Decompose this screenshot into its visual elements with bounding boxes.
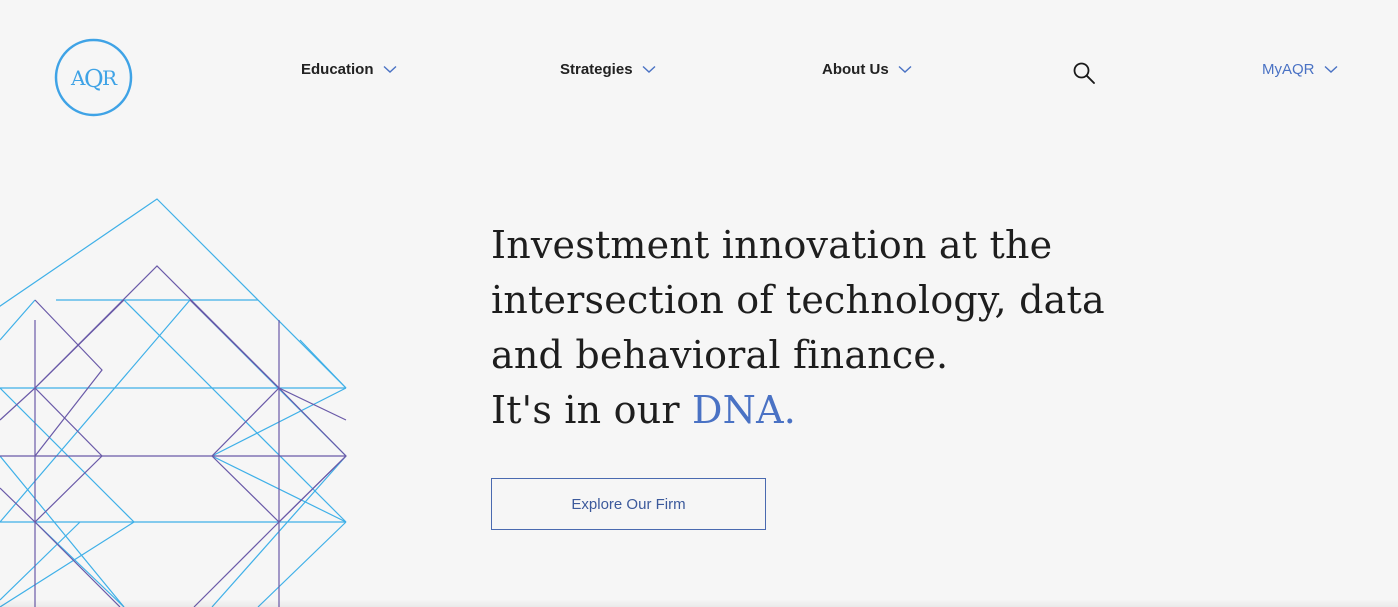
bottom-edge-shadow <box>0 599 1398 607</box>
explore-our-firm-label: Explore Our Firm <box>571 495 686 513</box>
page: A Q R Education Strategies About Us MyAQ… <box>0 0 1398 607</box>
myaqr-menu[interactable]: MyAQR <box>1262 58 1338 80</box>
chevron-down-icon <box>383 65 396 73</box>
chevron-down-icon <box>1324 65 1337 73</box>
nav-education-label: Education <box>301 60 374 78</box>
nav-education[interactable]: Education <box>301 58 397 80</box>
hero-line-4: It's in our DNA. <box>491 383 1111 438</box>
nav-about-us[interactable]: About Us <box>822 58 912 80</box>
aqr-logo[interactable]: A Q R <box>54 38 133 117</box>
chevron-down-icon <box>898 65 912 73</box>
logo-letter-q: Q <box>84 65 104 93</box>
nav-strategies-label: Strategies <box>560 60 633 78</box>
decorative-geometric-art <box>0 198 347 607</box>
nav-strategies[interactable]: Strategies <box>560 58 656 80</box>
nav-about-us-label: About Us <box>822 60 889 78</box>
hero-dna-accent: DNA. <box>692 388 797 432</box>
explore-our-firm-button[interactable]: Explore Our Firm <box>491 478 766 530</box>
hero-line-1: Investment innovation at the <box>491 223 1053 267</box>
logo-letter-r: R <box>102 66 118 90</box>
hero-line-4-prefix: It's in our <box>491 388 693 432</box>
hero-heading: Investment innovation at the intersectio… <box>491 218 1111 438</box>
search-icon[interactable] <box>1072 61 1096 85</box>
hero-line-2: intersection of technology, data <box>491 278 1105 322</box>
hero-line-3: and behavioral finance. <box>491 333 949 377</box>
myaqr-label: MyAQR <box>1262 60 1315 78</box>
chevron-down-icon <box>642 65 656 73</box>
